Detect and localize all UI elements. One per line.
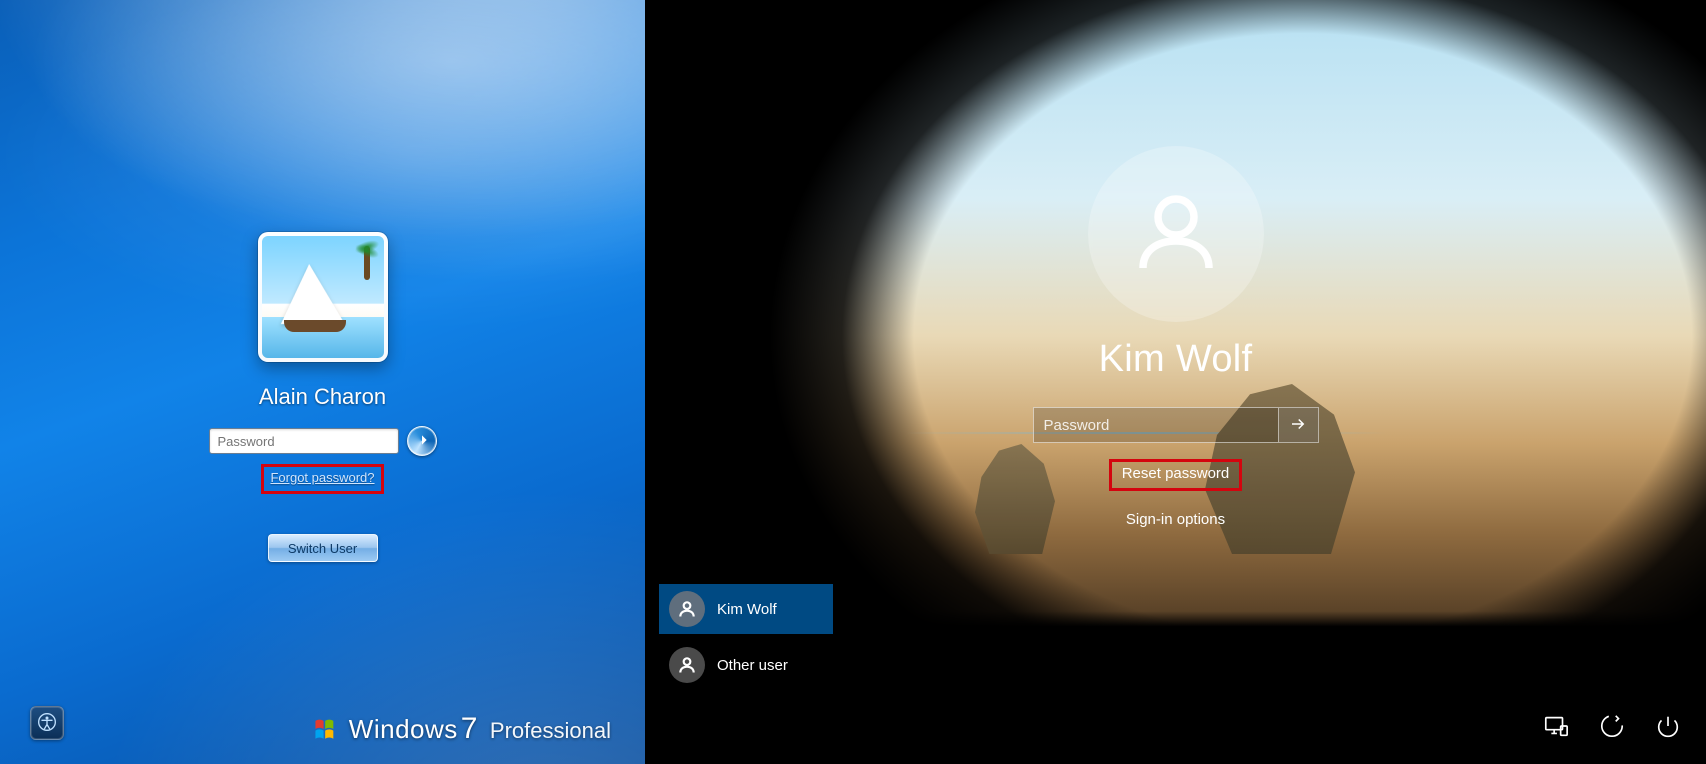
ease-of-access-icon[interactable] (1598, 712, 1626, 740)
win10-password-input[interactable] (1034, 408, 1278, 442)
win7-brand: Windows7 Professional (313, 712, 611, 746)
win10-login-screen: Kim Wolf Reset password Sign-in options … (645, 0, 1706, 764)
brand-seven-text: 7 (461, 712, 478, 745)
user-icon (1128, 184, 1224, 285)
win10-username-label: Kim Wolf (966, 338, 1386, 381)
win7-login-screen: Alain Charon Forgot password? Switch Use… (0, 0, 645, 764)
brand-windows-text: Windows (349, 714, 458, 744)
win10-user-list: Kim Wolf Other user (659, 584, 833, 690)
win10-tray (1542, 712, 1682, 740)
power-icon[interactable] (1654, 712, 1682, 740)
win7-switch-user-button[interactable]: Switch User (268, 534, 378, 562)
win10-reset-highlight-box: Reset password (1109, 459, 1243, 491)
win10-user-tile-other[interactable]: Other user (659, 640, 833, 690)
arrow-right-icon (414, 432, 430, 451)
windows-flag-icon (313, 716, 339, 742)
win7-submit-button[interactable] (407, 426, 437, 456)
win7-password-row (163, 426, 483, 456)
win7-ease-of-access-button[interactable] (30, 706, 64, 740)
arrow-right-icon (1289, 415, 1307, 436)
win10-center-panel: Kim Wolf Reset password Sign-in options (966, 146, 1386, 528)
brand-edition-text: Professional (490, 718, 611, 743)
win7-forgot-highlight-box: Forgot password? (261, 464, 383, 494)
user-icon (669, 591, 705, 627)
win10-password-row (1033, 407, 1319, 443)
network-icon[interactable] (1542, 712, 1570, 740)
win7-forgot-password-link[interactable]: Forgot password? (270, 470, 374, 485)
user-tile-label: Other user (717, 657, 788, 674)
win10-submit-button[interactable] (1278, 408, 1318, 442)
win10-reset-password-link[interactable]: Reset password (1122, 465, 1230, 482)
user-tile-label: Kim Wolf (717, 601, 777, 618)
win7-center-panel: Alain Charon Forgot password? Switch Use… (163, 232, 483, 562)
user-icon (669, 647, 705, 683)
win10-user-tile-selected[interactable]: Kim Wolf (659, 584, 833, 634)
win10-signin-options-link[interactable]: Sign-in options (966, 511, 1386, 528)
ease-of-access-icon (37, 712, 57, 735)
win7-username-label: Alain Charon (163, 384, 483, 410)
win7-password-input[interactable] (209, 428, 399, 454)
win10-user-avatar (1088, 146, 1264, 322)
win7-user-avatar (258, 232, 388, 362)
